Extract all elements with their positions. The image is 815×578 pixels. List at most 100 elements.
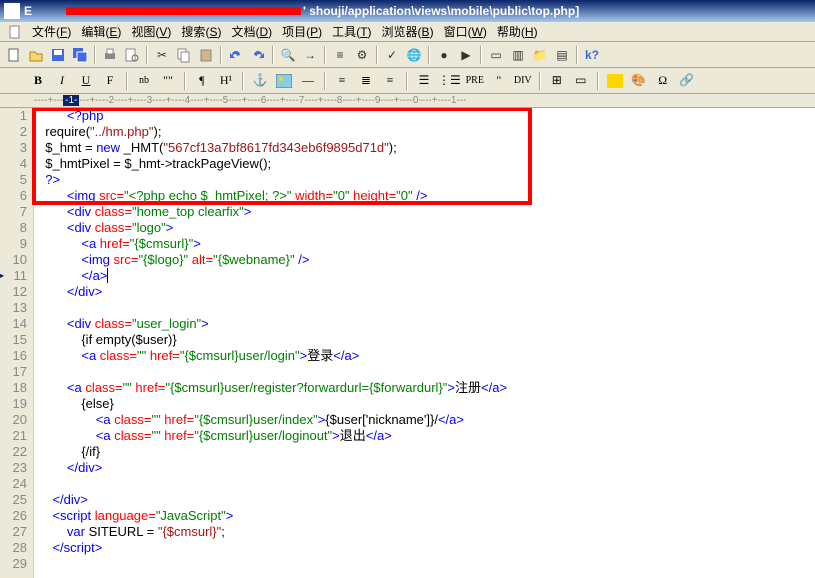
heading-button[interactable]: H¹ xyxy=(216,71,236,91)
line-number: 12 xyxy=(0,284,27,300)
line-number: 4 xyxy=(0,156,27,172)
code-line: <?php xyxy=(38,108,815,124)
line-number: 9 xyxy=(0,236,27,252)
separator xyxy=(242,72,244,90)
goto-button[interactable]: → xyxy=(300,45,320,65)
code-line: <div class="user_login"> xyxy=(38,316,815,332)
wordwrap-button[interactable]: ≡ xyxy=(330,45,350,65)
print-preview-button[interactable] xyxy=(122,45,142,65)
separator xyxy=(184,72,186,90)
line-number: 16 xyxy=(0,348,27,364)
color-button[interactable] xyxy=(605,71,625,91)
table-button[interactable]: ⊞ xyxy=(547,71,567,91)
hr-button[interactable]: — xyxy=(298,71,318,91)
undo-button[interactable] xyxy=(226,45,246,65)
line-number: 21 xyxy=(0,428,27,444)
settings-button[interactable]: ⚙ xyxy=(352,45,372,65)
menu-search[interactable]: 搜索(S) xyxy=(177,21,225,42)
code-line: var SITEURL = "{$cmsurl}"; xyxy=(38,524,815,540)
char-button[interactable]: Ω xyxy=(653,71,673,91)
align-right-button[interactable]: ≡ xyxy=(380,71,400,91)
menubar: 文件(F) 编辑(E) 视图(V) 搜索(S) 文档(D) 项目(P) 工具(T… xyxy=(0,22,815,42)
italic-button[interactable]: I xyxy=(52,71,72,91)
separator xyxy=(480,46,482,64)
code-line: <a class="" href="{$cmsurl}user/loginout… xyxy=(38,428,815,444)
align-center-button[interactable]: ≣ xyxy=(356,71,376,91)
windows-button[interactable]: ▭ xyxy=(486,45,506,65)
redo-button[interactable] xyxy=(248,45,268,65)
menu-help[interactable]: 帮助(H) xyxy=(493,21,542,42)
code-editor[interactable]: 1234567891011121314151617181920212223242… xyxy=(0,108,815,578)
quote-button[interactable]: "" xyxy=(158,71,178,91)
panel-button[interactable]: ▥ xyxy=(508,45,528,65)
line-number: 5 xyxy=(0,172,27,188)
title-path: ' shouji/application\views\mobile\public… xyxy=(303,4,579,18)
app-icon xyxy=(4,3,20,19)
anchor-button[interactable]: ⚓ xyxy=(250,71,270,91)
play-button[interactable]: ▶ xyxy=(456,45,476,65)
menu-window[interactable]: 窗口(W) xyxy=(440,21,491,42)
code-line: {if empty($user)} xyxy=(38,332,815,348)
code-line: <img src="<?php echo $_hmtPixel; ?>" wid… xyxy=(38,188,815,204)
palette-button[interactable]: 🎨 xyxy=(629,71,649,91)
line-number: 23 xyxy=(0,460,27,476)
ul-button[interactable]: ☰ xyxy=(414,71,434,91)
menu-browser[interactable]: 浏览器(B) xyxy=(378,21,438,42)
separator xyxy=(126,72,128,90)
image-button[interactable] xyxy=(274,71,294,91)
new-file-button[interactable] xyxy=(4,45,24,65)
line-number: 29 xyxy=(0,556,27,572)
line-number: 11 xyxy=(0,268,27,284)
menu-edit[interactable]: 编辑(E) xyxy=(77,21,125,42)
save-all-button[interactable] xyxy=(70,45,90,65)
ol-button[interactable]: ⋮☰ xyxy=(438,71,461,91)
find-button[interactable]: 🔍 xyxy=(278,45,298,65)
menu-file-text[interactable]: 文件(F) xyxy=(28,21,75,42)
code-line: {/if} xyxy=(38,444,815,460)
line-number: 19 xyxy=(0,396,27,412)
code-line: <a class="" href="{$cmsurl}user/register… xyxy=(38,380,815,396)
code-line: {else} xyxy=(38,396,815,412)
code-area[interactable]: <?php require("../hm.php"); $_hmt = new … xyxy=(34,108,815,578)
nbsp-button[interactable]: nb xyxy=(134,71,154,91)
browser-button[interactable]: 🌐 xyxy=(404,45,424,65)
record-button[interactable]: ● xyxy=(434,45,454,65)
menu-document[interactable]: 文档(D) xyxy=(227,21,276,42)
code-line: <div class="home_top clearfix"> xyxy=(38,204,815,220)
paste-button[interactable] xyxy=(196,45,216,65)
output-button[interactable]: ▤ xyxy=(552,45,572,65)
pre-button[interactable]: PRE xyxy=(465,71,485,91)
spell-button[interactable]: ✓ xyxy=(382,45,402,65)
separator xyxy=(220,46,222,64)
div-button[interactable]: DIV xyxy=(513,71,533,91)
underline-button[interactable]: U xyxy=(76,71,96,91)
form-button[interactable]: ▭ xyxy=(571,71,591,91)
line-number: 28 xyxy=(0,540,27,556)
directory-button[interactable]: 📁 xyxy=(530,45,550,65)
menu-file[interactable] xyxy=(4,23,26,41)
align-left-button[interactable]: ≡ xyxy=(332,71,352,91)
line-number: 13 xyxy=(0,300,27,316)
cut-button[interactable]: ✂ xyxy=(152,45,172,65)
font-button[interactable]: F xyxy=(100,71,120,91)
line-number: 3 xyxy=(0,140,27,156)
menu-tools[interactable]: 工具(T) xyxy=(328,21,375,42)
code-line: <script language="JavaScript"> xyxy=(38,508,815,524)
file-icon xyxy=(8,25,22,39)
blockquote-button[interactable]: " xyxy=(489,71,509,91)
copy-button[interactable] xyxy=(174,45,194,65)
bold-button[interactable]: B xyxy=(28,71,48,91)
help-button[interactable]: k? xyxy=(582,45,602,65)
window-titlebar: E ' shouji/application\views\mobile\publ… xyxy=(0,0,815,22)
separator xyxy=(428,46,430,64)
line-number: 24 xyxy=(0,476,27,492)
paragraph-button[interactable]: ¶ xyxy=(192,71,212,91)
open-file-button[interactable] xyxy=(26,45,46,65)
menu-view[interactable]: 视图(V) xyxy=(127,21,175,42)
link-button[interactable]: 🔗 xyxy=(677,71,697,91)
save-button[interactable] xyxy=(48,45,68,65)
print-button[interactable] xyxy=(100,45,120,65)
menu-project[interactable]: 项目(P) xyxy=(278,21,326,42)
code-line: ?> xyxy=(38,172,815,188)
code-line xyxy=(38,556,815,572)
